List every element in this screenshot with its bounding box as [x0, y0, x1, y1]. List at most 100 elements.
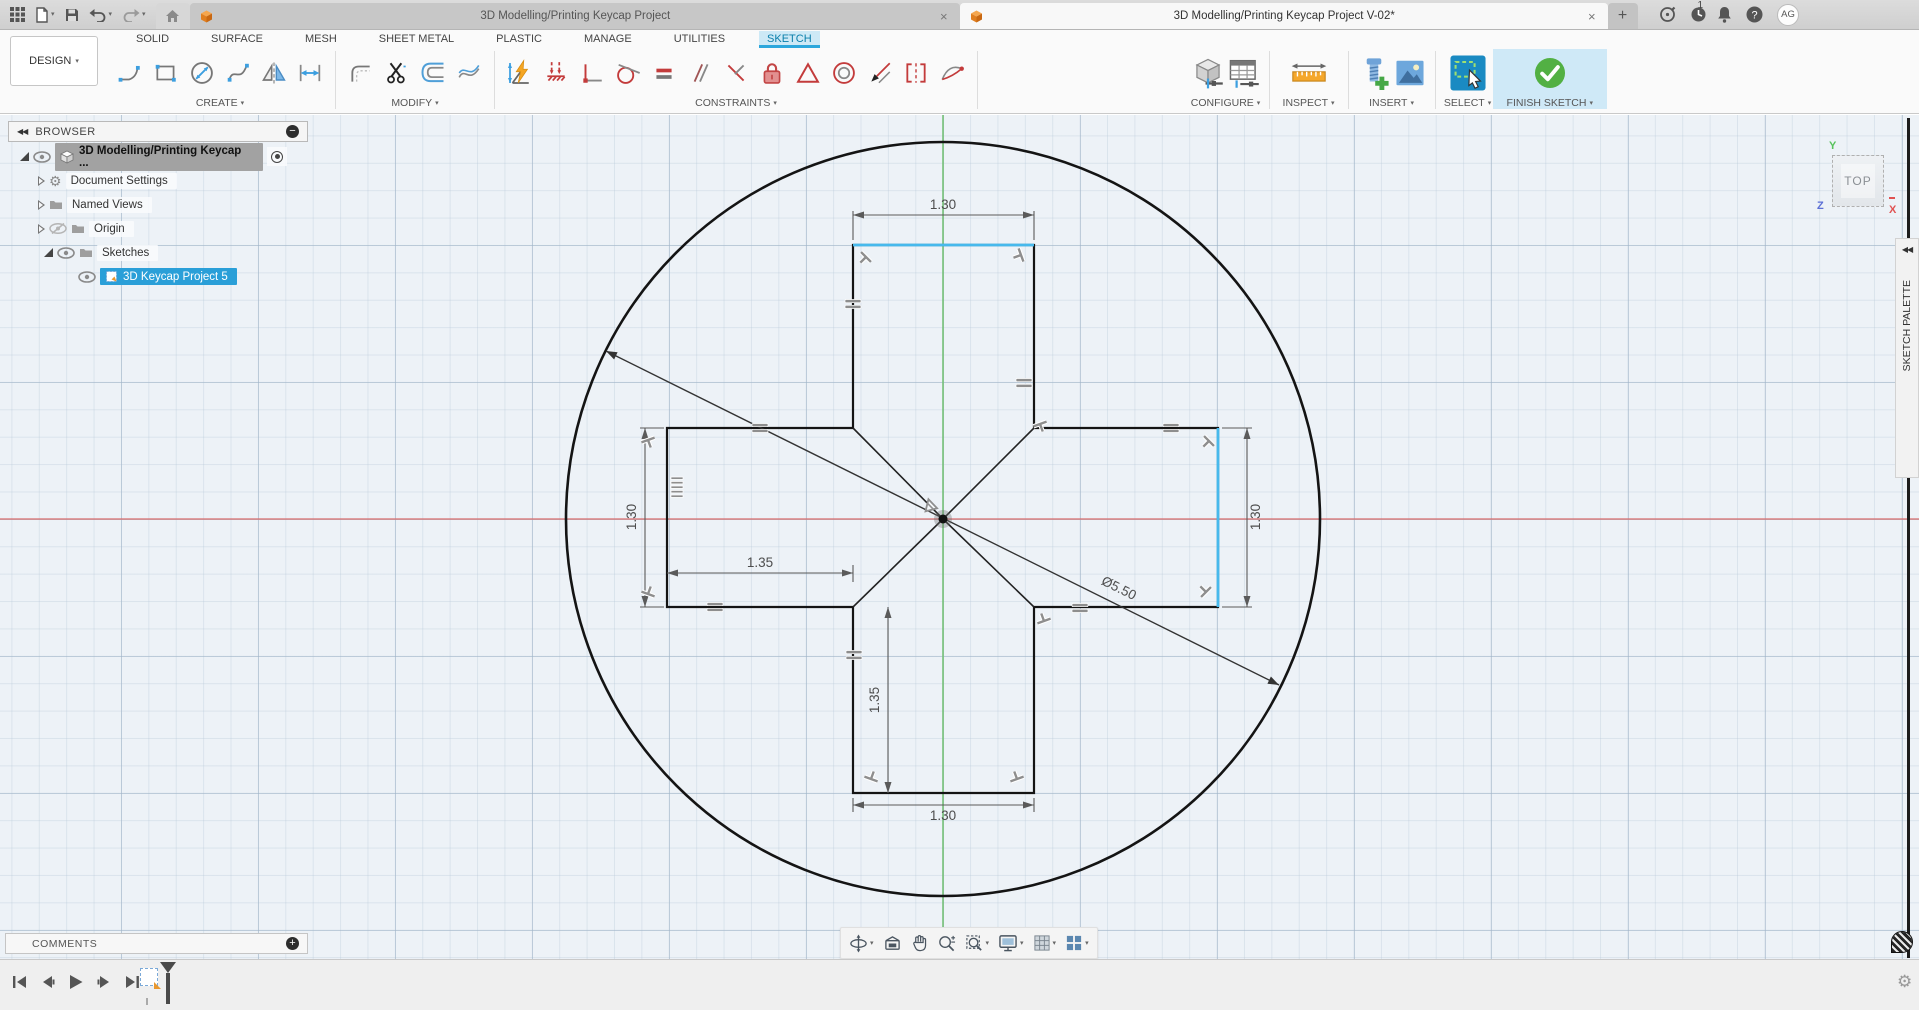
tangent-constraint-button[interactable] — [610, 51, 646, 95]
symmetry-constraint-button[interactable] — [898, 51, 934, 95]
tab-sheet-metal[interactable]: SHEET METAL — [371, 31, 462, 47]
insert-canvas-button[interactable] — [1392, 51, 1428, 95]
browser-item-named-views[interactable]: Named Views — [8, 195, 308, 214]
configure-feature-button[interactable] — [1190, 51, 1226, 95]
tab-mesh[interactable]: MESH — [297, 31, 345, 47]
dim-bottom[interactable]: 1.30 — [930, 808, 956, 823]
auto-dimension-button[interactable] — [502, 51, 538, 95]
tab-sketch[interactable]: SKETCH — [759, 31, 820, 48]
home-tab-button[interactable] — [156, 3, 190, 29]
look-at-button[interactable] — [883, 935, 902, 952]
dim-top[interactable]: 1.30 — [930, 197, 956, 212]
tab-plastic[interactable]: PLASTIC — [488, 31, 550, 47]
group-finish-sketch[interactable]: FINISH SKETCH▾ — [1493, 49, 1607, 109]
collinear-constraint-button[interactable] — [862, 51, 898, 95]
perpendicular-constraint-button[interactable] — [718, 51, 754, 95]
tab-solid[interactable]: SOLID — [128, 31, 177, 47]
close-tab-icon[interactable]: × — [938, 9, 950, 24]
go-to-start-button[interactable] — [12, 975, 27, 989]
orbit-button[interactable]: ▾ — [849, 934, 874, 953]
insert-group-label[interactable]: INSERT▾ — [1369, 97, 1414, 109]
tab-utilities[interactable]: UTILITIES — [666, 31, 733, 47]
document-tab-title[interactable]: 3D Modelling/Printing Keycap Project — [219, 10, 932, 22]
step-forward-button[interactable] — [97, 975, 112, 989]
fix-constraint-button[interactable] — [754, 51, 790, 95]
sketch-palette-collapsed[interactable]: ◀◀ SKETCH PALETTE — [1895, 238, 1919, 478]
browser-item-origin[interactable]: Origin — [8, 219, 308, 238]
browser-item-sketch-keycap[interactable]: 3D Keycap Project 5 — [8, 267, 308, 286]
fillet-tool-button[interactable] — [343, 51, 379, 95]
selected-sketch-item[interactable]: 3D Keycap Project 5 — [100, 268, 237, 285]
go-to-end-button[interactable] — [125, 975, 140, 989]
dim-left[interactable]: 1.30 — [624, 504, 639, 530]
job-status-button[interactable]: 1 — [1690, 6, 1703, 23]
window-select-button[interactable] — [1443, 51, 1493, 95]
create-group-label[interactable]: CREATE▾ — [196, 97, 244, 109]
collapse-panel-icon[interactable]: ◀◀ — [17, 127, 27, 136]
display-settings-button[interactable]: ▾ — [998, 934, 1024, 952]
viewports-button[interactable]: ▾ — [1065, 934, 1089, 952]
browser-root-row[interactable]: 3D Modelling/Printing Keycap ... — [8, 147, 308, 166]
measure-button[interactable] — [1277, 51, 1341, 95]
midpoint-constraint-button[interactable] — [790, 51, 826, 95]
comments-bar[interactable]: COMMENTS + — [5, 933, 308, 954]
timeline-position-marker[interactable] — [160, 962, 176, 1004]
visibility-eye-icon[interactable] — [78, 271, 96, 283]
visibility-off-eye-icon[interactable] — [49, 222, 67, 235]
visibility-eye-icon[interactable] — [33, 151, 51, 163]
browser-item-sketches[interactable]: Sketches — [8, 243, 308, 262]
close-tab-icon[interactable]: × — [1586, 9, 1598, 24]
inspect-group-label[interactable]: INSPECT▾ — [1283, 97, 1335, 109]
zoom-button[interactable] — [937, 934, 956, 953]
pan-button[interactable] — [911, 934, 928, 952]
document-tab-1[interactable]: 3D Modelling/Printing Keycap Project × — [190, 3, 960, 29]
workspace-selector[interactable]: DESIGN ▾ — [10, 36, 98, 86]
grid-settings-button[interactable]: ▾ — [1033, 934, 1057, 952]
undo-button[interactable]: ▾ — [89, 8, 113, 22]
play-button[interactable] — [68, 974, 84, 990]
break-tool-button[interactable] — [451, 51, 487, 95]
expander-closed-icon[interactable] — [38, 200, 45, 210]
document-tab-title[interactable]: 3D Modelling/Printing Keycap Project V-0… — [989, 10, 1580, 22]
finish-sketch-button[interactable] — [1527, 51, 1573, 95]
expander-open-icon[interactable] — [20, 152, 29, 161]
root-component-item[interactable]: 3D Modelling/Printing Keycap ... — [55, 143, 263, 171]
insert-fastener-button[interactable] — [1356, 51, 1392, 95]
activate-component-radio[interactable] — [267, 147, 287, 166]
rectangle-tool-button[interactable] — [148, 51, 184, 95]
assistant-bubble[interactable] — [1891, 931, 1913, 953]
step-back-button[interactable] — [40, 975, 55, 989]
fit-button[interactable]: ▾ — [965, 934, 990, 953]
new-tab-button[interactable]: + — [1608, 3, 1638, 29]
browser-item-document-settings[interactable]: ⚙ Document Settings — [8, 171, 308, 190]
origin-point[interactable] — [939, 515, 948, 524]
dim-inner-h[interactable]: 1.35 — [747, 555, 773, 570]
account-avatar[interactable]: AG — [1777, 4, 1799, 26]
extensions-button[interactable] — [1659, 6, 1676, 23]
line-tool-button[interactable] — [112, 51, 148, 95]
equal-constraint-button[interactable] — [646, 51, 682, 95]
app-menu-button[interactable] — [10, 7, 25, 22]
concentric-constraint-button[interactable] — [826, 51, 862, 95]
tab-surface[interactable]: SURFACE — [203, 31, 271, 47]
select-group-label[interactable]: SELECT▾ — [1444, 97, 1491, 109]
circle-tool-button[interactable] — [184, 51, 220, 95]
constraints-group-label[interactable]: CONSTRAINTS▾ — [695, 97, 777, 109]
viewcube[interactable]: TOP Y Z X — [1832, 155, 1884, 207]
mirror-tool-button[interactable] — [256, 51, 292, 95]
offset-tool-button[interactable] — [415, 51, 451, 95]
sketch-dimension-button[interactable] — [292, 51, 328, 95]
expander-closed-icon[interactable] — [38, 176, 45, 186]
spline-tool-button[interactable] — [220, 51, 256, 95]
curvature-constraint-button[interactable] — [934, 51, 970, 95]
expander-closed-icon[interactable] — [38, 224, 45, 234]
dim-right[interactable]: 1.30 — [1248, 504, 1263, 530]
browser-header[interactable]: ◀◀ BROWSER − — [8, 121, 308, 142]
document-tab-2[interactable]: 3D Modelling/Printing Keycap Project V-0… — [960, 3, 1608, 29]
coincident-constraint-button[interactable] — [538, 51, 574, 95]
save-button[interactable] — [65, 8, 79, 22]
dim-inner-v[interactable]: 1.35 — [867, 687, 882, 713]
trim-tool-button[interactable] — [379, 51, 415, 95]
file-menu-button[interactable]: ▾ — [35, 7, 55, 23]
expander-open-icon[interactable] — [44, 248, 53, 257]
